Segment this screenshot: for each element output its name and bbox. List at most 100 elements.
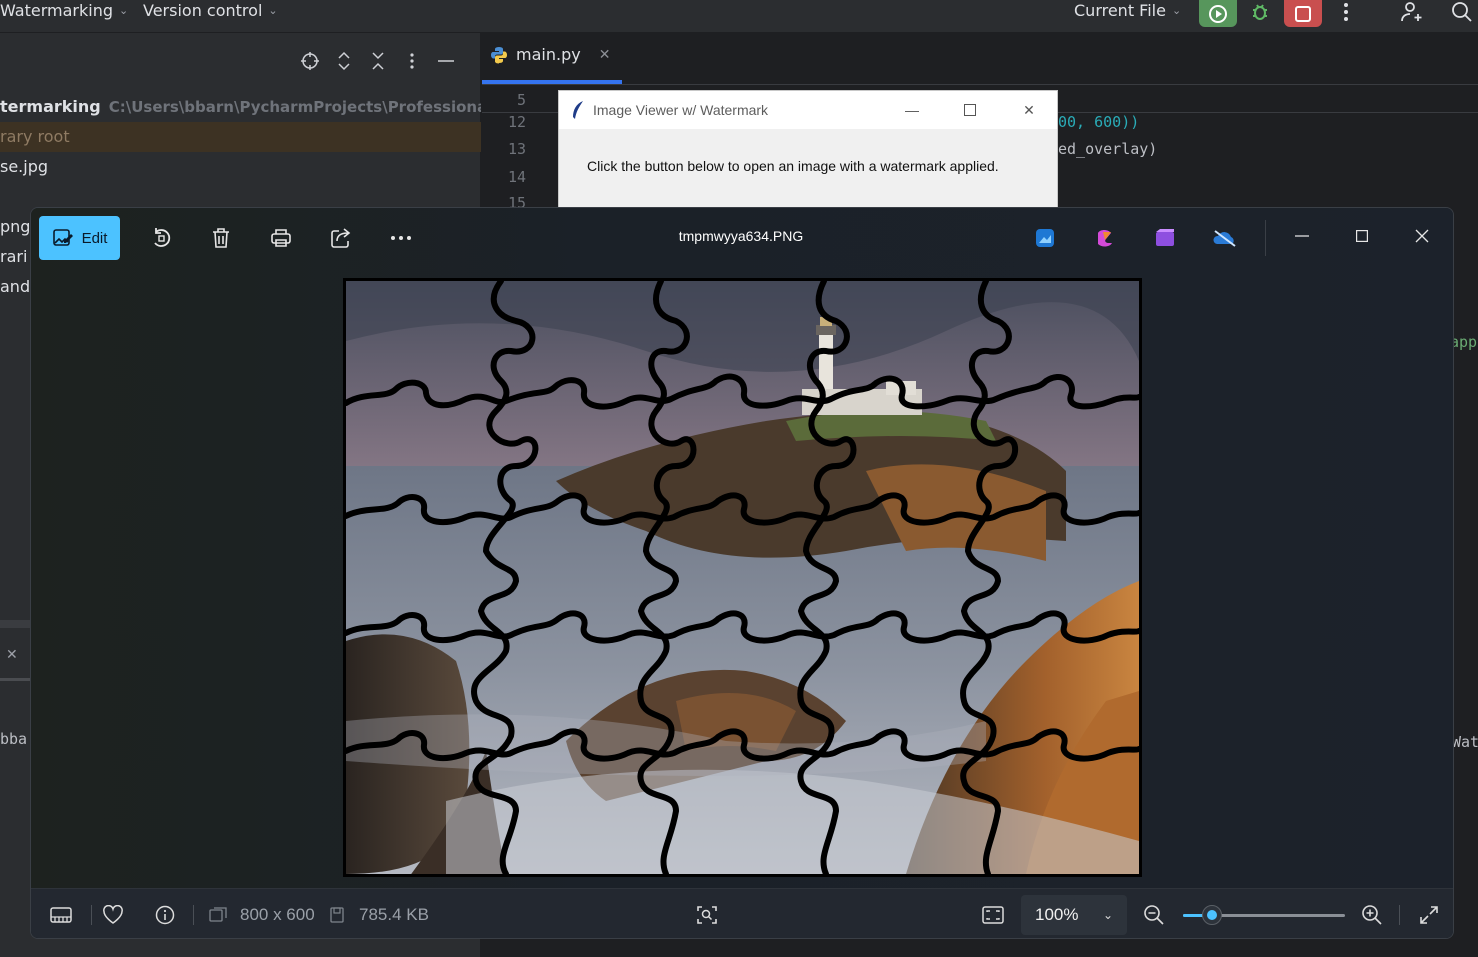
version-control-menu[interactable]: Version control ⌄ [143,0,278,20]
filmstrip-button[interactable] [41,889,81,938]
displayed-image[interactable] [343,278,1142,877]
line-number: 12 [507,113,526,131]
console-fragment: bba [0,730,28,748]
search-icon [1452,2,1472,22]
file-name: tmpmwyya634.PNG [678,228,804,244]
tree-item-label: termarking [0,97,101,116]
fit-to-window-button[interactable] [973,889,1013,938]
clipchamp-icon [1156,229,1174,246]
rotate-icon [154,228,171,247]
python-file-icon [491,46,507,63]
file-info-button[interactable] [145,889,185,938]
printer-icon [271,229,291,247]
tree-item-path: C:\Users\bbarn\PycharmProjects\Professio… [108,98,481,116]
close-icon[interactable]: ✕ [6,647,18,663]
rotate-button[interactable] [139,216,183,260]
zoom-out-button[interactable] [1135,889,1173,938]
version-control-label: Version control [143,0,263,20]
maximize-button[interactable] [1332,216,1392,256]
line-number: 5 [516,91,526,109]
edit-label: Edit [81,229,108,247]
expand-all-icon[interactable] [334,47,354,75]
tk-dialog-message: Click the button below to open an image … [587,158,999,174]
run-button[interactable] [1199,0,1237,27]
more-options-button[interactable] [379,216,423,260]
delete-button[interactable] [199,216,243,260]
zoom-level-dropdown[interactable]: 100% ⌄ [1021,895,1127,935]
minimize-icon: — [905,102,919,118]
project-menu[interactable]: Watermarking ⌄ [0,0,128,20]
zoom-in-icon [1362,905,1382,925]
status-divider [193,905,194,925]
close-icon: ✕ [1023,101,1035,118]
tree-item-label: png [0,217,31,236]
share-button[interactable] [319,216,363,260]
fit-window-icon [982,906,1004,924]
code-line-12: 00, 600)) [1058,113,1140,131]
chevron-down-icon: ⌄ [119,3,129,17]
tree-item-project-root[interactable]: termarking C:\Users\bbarn\PycharmProjects… [0,92,481,122]
visual-search-button[interactable] [687,889,727,938]
active-tab-indicator [482,80,622,84]
console-fragment-right: Wat [1452,733,1478,751]
dimensions-icon [207,889,229,938]
debug-button[interactable] [1246,0,1274,24]
close-button[interactable] [1392,216,1452,256]
more-icon [391,236,411,240]
add-user-button[interactable] [1398,0,1426,24]
toolbar-divider [1265,220,1266,256]
tk-close-button[interactable]: ✕ [1006,91,1052,129]
image-dimensions: 800 x 600 [240,905,315,924]
photos-app-icon [1036,229,1054,247]
add-user-icon [1401,2,1422,22]
status-divider [91,905,92,925]
zoom-slider[interactable] [1183,905,1345,925]
onedrive-off-icon [1213,230,1236,247]
more-actions-button[interactable] [1332,0,1360,24]
photos-app-button[interactable] [1023,216,1067,260]
search-button[interactable] [1448,0,1476,24]
project-menu-label: Watermarking [0,0,113,20]
zoom-slider-thumb[interactable] [1202,905,1222,925]
viewer-status-bar: 800 x 600 785.4 KB 100% ⌄ [31,888,1453,938]
tk-dialog-title: Image Viewer w/ Watermark [593,102,769,118]
tree-item-jpg[interactable]: se.jpg [0,152,481,182]
close-icon [1415,229,1429,243]
collapse-all-icon[interactable] [368,47,388,75]
locate-icon[interactable] [300,47,320,75]
editor-tabs: main.py ✕ [482,33,1478,85]
filmstrip-icon [50,907,72,923]
minimize-button[interactable] [1272,216,1332,256]
run-config-label: Current File [1074,0,1166,20]
tree-item-library-root[interactable]: rary root [0,122,481,152]
tk-minimize-button[interactable]: — [889,91,935,129]
close-icon[interactable]: ✕ [599,47,611,63]
stop-button[interactable] [1284,0,1322,27]
bug-icon [1253,4,1267,20]
tab-label: main.py [516,45,581,64]
onedrive-button[interactable] [1203,216,1247,260]
edit-button[interactable]: Edit [39,216,120,260]
print-button[interactable] [259,216,303,260]
file-size: 785.4 KB [359,905,429,924]
tab-main-py[interactable]: main.py ✕ [490,45,610,64]
trash-icon [213,228,229,248]
full-screen-button[interactable] [1409,889,1449,938]
tree-item-label: se.jpg [0,157,49,176]
options-icon[interactable] [402,47,422,75]
code-fragment-right: app [1450,333,1478,351]
zoom-level-value: 100% [1035,905,1079,924]
tk-maximize-button[interactable] [947,91,993,129]
favorite-button[interactable] [93,889,133,938]
clipchamp-button[interactable] [1143,216,1187,260]
tree-item-label: rary root [0,127,70,146]
photos-viewer-window: Edit tmpmwyya634.PNG 800 x 600 785.4 KB … [30,207,1454,939]
maximize-icon [1356,230,1368,242]
copilot-button[interactable] [1083,216,1127,260]
run-config-menu[interactable]: Current File ⌄ [1074,0,1181,20]
minimize-panel-icon[interactable] [436,47,456,75]
zoom-in-button[interactable] [1353,889,1391,938]
zoom-out-icon [1144,905,1164,925]
copilot-icon [1098,230,1112,247]
tk-dialog-title-bar[interactable]: Image Viewer w/ Watermark — ✕ [559,91,1057,129]
